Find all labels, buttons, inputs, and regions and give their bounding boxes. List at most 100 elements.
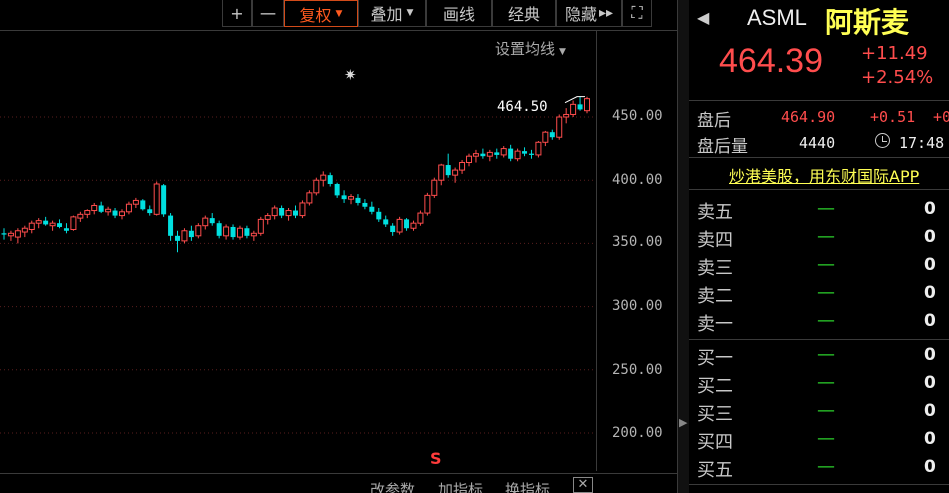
bid-level-qty: 0 xyxy=(924,457,936,477)
ma-setting-label: 设置均线 xyxy=(495,40,556,58)
candle-body xyxy=(14,230,21,238)
bid-level-price: — xyxy=(817,372,835,393)
promo-link[interactable]: 炒港美股，用东财国际APP xyxy=(729,163,919,187)
draw-line-button[interactable]: 画线 xyxy=(426,0,492,27)
candle-body xyxy=(84,210,91,215)
caret-down-icon: ▼ xyxy=(559,47,566,57)
candle-body xyxy=(341,195,347,200)
stock-symbol: ASML xyxy=(747,5,807,30)
ask-level-label: 卖三 xyxy=(697,258,733,279)
classic-button[interactable]: 经典 xyxy=(492,0,556,27)
candle-body xyxy=(43,220,49,225)
candle-body xyxy=(21,227,28,233)
back-arrow-icon[interactable]: ◀ xyxy=(697,8,709,27)
classic-label: 经典 xyxy=(507,5,540,24)
zoom-out-button[interactable]: 一 xyxy=(252,0,284,27)
candle-body xyxy=(279,208,285,216)
candle-body xyxy=(480,153,486,157)
ask-level-price: — xyxy=(817,254,835,275)
candle-body xyxy=(438,164,445,181)
bid-level-label: 买五 xyxy=(697,460,733,481)
sell-signal-marker[interactable]: S xyxy=(430,449,442,468)
caret-down-icon: ▼ xyxy=(406,8,414,18)
candle-body xyxy=(424,194,431,214)
overlay-dropdown[interactable]: 叠加 ▼ xyxy=(358,0,426,27)
candle-body xyxy=(181,230,188,242)
candle-body xyxy=(257,218,264,234)
last-price-pointer xyxy=(564,96,585,104)
candle-body xyxy=(577,104,583,110)
candle-body xyxy=(369,206,375,212)
y-axis-separator xyxy=(596,31,597,471)
candle-body xyxy=(98,205,104,212)
after-hours-change-percent: +0 xyxy=(933,108,949,126)
quote-time: 17:48 xyxy=(899,134,945,152)
add-indicator-button[interactable]: 加指标 xyxy=(438,479,483,493)
candle-body xyxy=(348,196,355,200)
plus-icon: + xyxy=(230,3,244,23)
candle-body xyxy=(63,228,69,231)
adjust-dropdown[interactable]: 复权 ▼ xyxy=(284,0,358,27)
bid-level-qty: 0 xyxy=(924,373,936,393)
candle-body xyxy=(355,197,361,203)
clock-icon xyxy=(875,133,890,148)
candle-body xyxy=(494,152,500,155)
ask-level-label: 卖一 xyxy=(697,314,733,335)
candlestick-chart[interactable] xyxy=(0,0,677,493)
candle-body xyxy=(508,148,514,159)
switch-indicator-button[interactable]: 换指标 xyxy=(505,479,550,493)
after-hours-volume-label: 盘后量 xyxy=(697,137,748,157)
after-hours-price: 464.90 xyxy=(781,108,836,126)
candle-body xyxy=(209,218,215,224)
candle-body xyxy=(431,179,438,196)
stock-name: 阿斯麦 xyxy=(825,6,910,39)
candle-body xyxy=(70,216,77,230)
bid-level-qty: 0 xyxy=(924,345,936,365)
candle-body xyxy=(535,141,542,156)
y-tick-label: 350.00 xyxy=(612,234,663,250)
divider-line xyxy=(689,339,949,340)
candle-body xyxy=(404,219,410,229)
hide-button[interactable]: 隐藏 ▸▸ xyxy=(556,0,622,27)
zoom-in-button[interactable]: + xyxy=(222,0,252,27)
candle-body xyxy=(445,165,451,176)
sun-icon[interactable]: ✷ xyxy=(344,66,357,84)
candle-body xyxy=(161,185,167,215)
candle-body xyxy=(236,227,243,238)
candle-body xyxy=(244,228,250,236)
candle-body xyxy=(175,235,181,241)
after-hours-change: +0.51 xyxy=(870,108,916,126)
divider-line xyxy=(689,484,949,485)
ask-level-qty: 0 xyxy=(924,311,936,331)
draw-label: 画线 xyxy=(442,5,475,24)
candle-body xyxy=(486,151,493,157)
ask-level-price: — xyxy=(817,198,835,219)
candle-body xyxy=(147,209,153,214)
y-tick-label: 200.00 xyxy=(612,425,663,441)
candle-body xyxy=(250,232,257,237)
ask-level-qty: 0 xyxy=(924,283,936,303)
candle-body xyxy=(500,148,507,156)
candle-body xyxy=(7,232,14,237)
fullscreen-button[interactable]: ⛶ xyxy=(622,0,652,27)
ma-setting-dropdown[interactable]: 设置均线 ▼ xyxy=(495,38,566,59)
ask-level-label: 卖五 xyxy=(697,202,733,223)
after-hours-label: 盘后 xyxy=(697,111,731,131)
candle-body xyxy=(299,202,306,217)
candle-body xyxy=(472,153,479,157)
modify-params-button[interactable]: 改参数 xyxy=(370,479,415,493)
kline-chart-pane[interactable]: + 一 复权 ▼ 叠加 ▼ 画线 经典 隐藏 ▸▸ ⛶ 设置均线 ▼ ✷ 464.50 … xyxy=(0,0,677,493)
y-tick-label: 400.00 xyxy=(612,172,663,188)
candle-body xyxy=(306,192,313,204)
close-icon[interactable]: ✕ xyxy=(573,477,593,493)
candle-body xyxy=(417,212,424,224)
collapse-arrow-icon[interactable]: ▶ xyxy=(679,416,687,429)
y-tick-label: 300.00 xyxy=(612,298,663,314)
bid-level-label: 买四 xyxy=(697,432,733,453)
ask-level-qty: 0 xyxy=(924,199,936,219)
y-tick-label: 250.00 xyxy=(612,362,663,378)
candle-body xyxy=(1,233,7,235)
candle-body xyxy=(49,222,56,227)
candle-body xyxy=(91,204,98,212)
candle-body xyxy=(77,213,84,219)
